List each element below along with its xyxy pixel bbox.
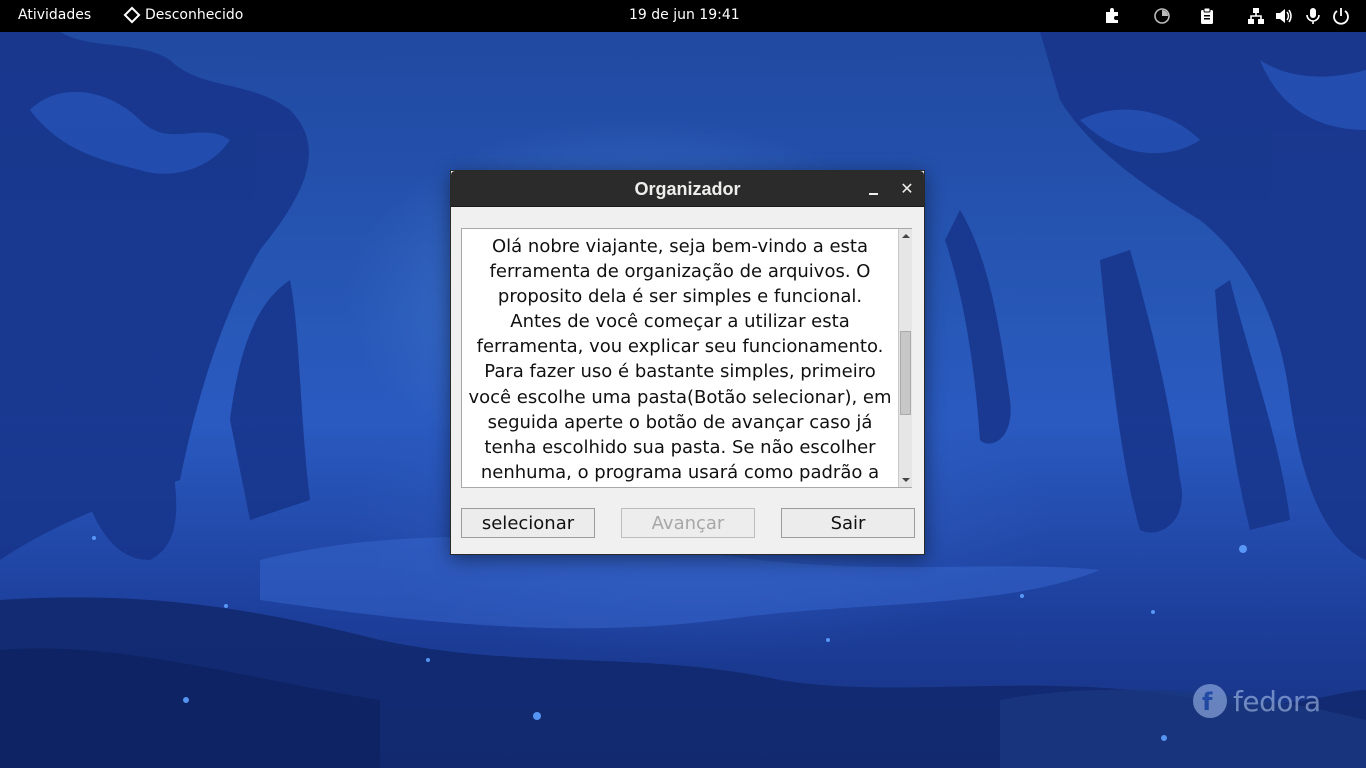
app-menu[interactable]: Desconhecido [123, 6, 244, 24]
window-title: Organizador [634, 179, 741, 199]
minimize-button[interactable] [861, 177, 885, 201]
scroll-up-arrow-icon[interactable] [901, 231, 911, 241]
next-button[interactable]: Avançar [621, 508, 755, 538]
microphone-icon[interactable] [1303, 6, 1323, 26]
organizador-window: Organizador ✕ Olá nobre viajante, seja b… [450, 170, 925, 555]
welcome-text: Olá nobre viajante, seja bem-vindo a est… [468, 236, 892, 483]
power-icon[interactable] [1331, 6, 1351, 26]
puzzle-extension-icon[interactable] [1102, 6, 1122, 26]
window-titlebar[interactable]: Organizador ✕ [451, 171, 924, 207]
fedora-wordmark: fedora [1233, 684, 1321, 718]
clock[interactable]: 19 de jun 19:41 [629, 7, 740, 23]
fedora-mark-icon: f [1193, 684, 1227, 718]
clipboard-icon[interactable] [1197, 6, 1217, 26]
vertical-scrollbar[interactable] [898, 229, 912, 487]
volume-icon[interactable] [1274, 6, 1294, 26]
scroll-down-arrow-icon[interactable] [901, 475, 911, 485]
fedora-logo: f fedora [1193, 683, 1321, 719]
activities-button[interactable]: Atividades [18, 7, 91, 23]
app-diamond-icon [123, 6, 141, 24]
close-button[interactable]: ✕ [895, 177, 919, 201]
app-menu-label: Desconhecido [145, 7, 244, 23]
top-bar: Atividades Desconhecido 19 de jun 19:41 [0, 0, 1366, 32]
scrollbar-thumb[interactable] [900, 330, 911, 415]
welcome-text-area[interactable]: Olá nobre viajante, seja bem-vindo a est… [461, 228, 912, 488]
network-wired-icon[interactable] [1246, 6, 1266, 26]
select-button[interactable]: selecionar [461, 508, 595, 538]
exit-button[interactable]: Sair [781, 508, 915, 538]
night-light-icon[interactable] [1152, 6, 1172, 26]
